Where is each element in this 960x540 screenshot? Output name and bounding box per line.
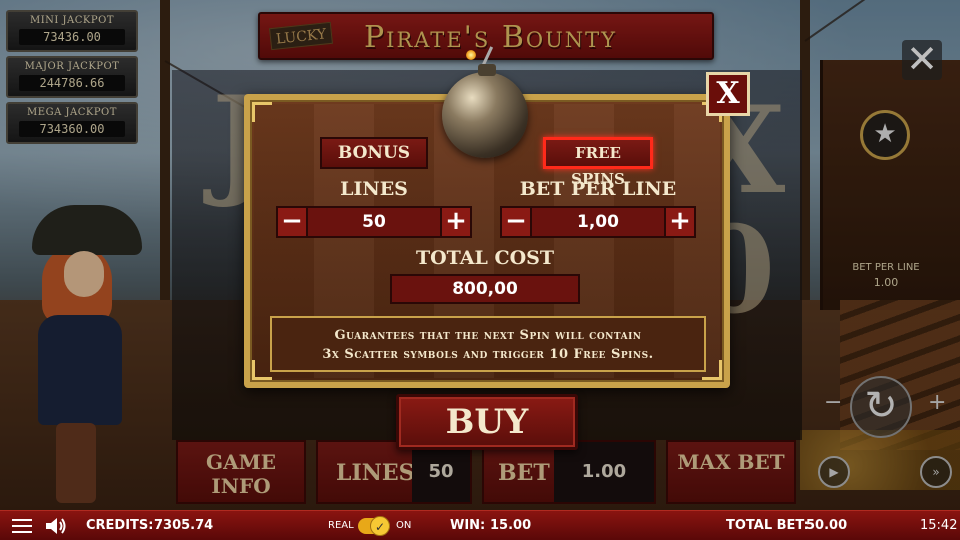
- bet-per-line-decrease-button[interactable]: −: [502, 208, 532, 236]
- clock: 15:42: [920, 518, 958, 533]
- total-cost-value: 800,00: [390, 274, 580, 304]
- tab-free-spins[interactable]: FREE SPINS: [543, 137, 653, 188]
- frame-corner: [252, 102, 272, 122]
- win-value: 15.00: [490, 518, 532, 533]
- real-play-toggle[interactable]: ✓: [358, 516, 390, 536]
- frame-corner: [252, 360, 272, 380]
- credits-value: 7305.74: [154, 518, 214, 533]
- status-bar: CREDITS: 7305.74 REAL ✓ ON WIN: 15.00 TO…: [0, 510, 960, 540]
- total-bet-value: 50.00: [806, 518, 848, 533]
- bomb-cap: [478, 64, 496, 76]
- lines-heading: LINES: [340, 178, 408, 200]
- modal-close-button[interactable]: X: [706, 72, 750, 116]
- hamburger-icon[interactable]: [12, 519, 32, 533]
- spark-icon: [466, 50, 476, 60]
- lines-increase-button[interactable]: +: [440, 208, 470, 236]
- bet-per-line-stepper-value: 1,00: [577, 212, 619, 232]
- real-label: REAL: [328, 520, 354, 531]
- bet-per-line-stepper: − 1,00 +: [500, 206, 696, 238]
- description-line: Guarantees that the next Spin will conta…: [334, 328, 642, 343]
- buy-button[interactable]: BUY: [396, 394, 578, 450]
- lines-decrease-button[interactable]: −: [278, 208, 308, 236]
- lines-stepper: − 50 +: [276, 206, 472, 238]
- credits-label: CREDITS:: [86, 518, 154, 533]
- check-icon: ✓: [370, 516, 390, 536]
- tab-bonus[interactable]: BONUS: [320, 137, 428, 169]
- total-cost-heading: TOTAL COST: [415, 247, 555, 269]
- speaker-icon[interactable]: [44, 516, 68, 536]
- feature-description: Guarantees that the next Spin will conta…: [270, 316, 706, 372]
- total-bet-label: TOTAL BET:: [726, 518, 809, 533]
- win-label: WIN:: [450, 518, 486, 533]
- lines-stepper-value: 50: [362, 212, 386, 232]
- bet-per-line-increase-button[interactable]: +: [664, 208, 694, 236]
- bomb-icon: [442, 72, 528, 158]
- description-line: 3x Scatter symbols and trigger 10 Free S…: [322, 347, 654, 362]
- on-label: ON: [396, 520, 412, 531]
- bet-per-line-heading: BET PER LINE: [519, 178, 677, 200]
